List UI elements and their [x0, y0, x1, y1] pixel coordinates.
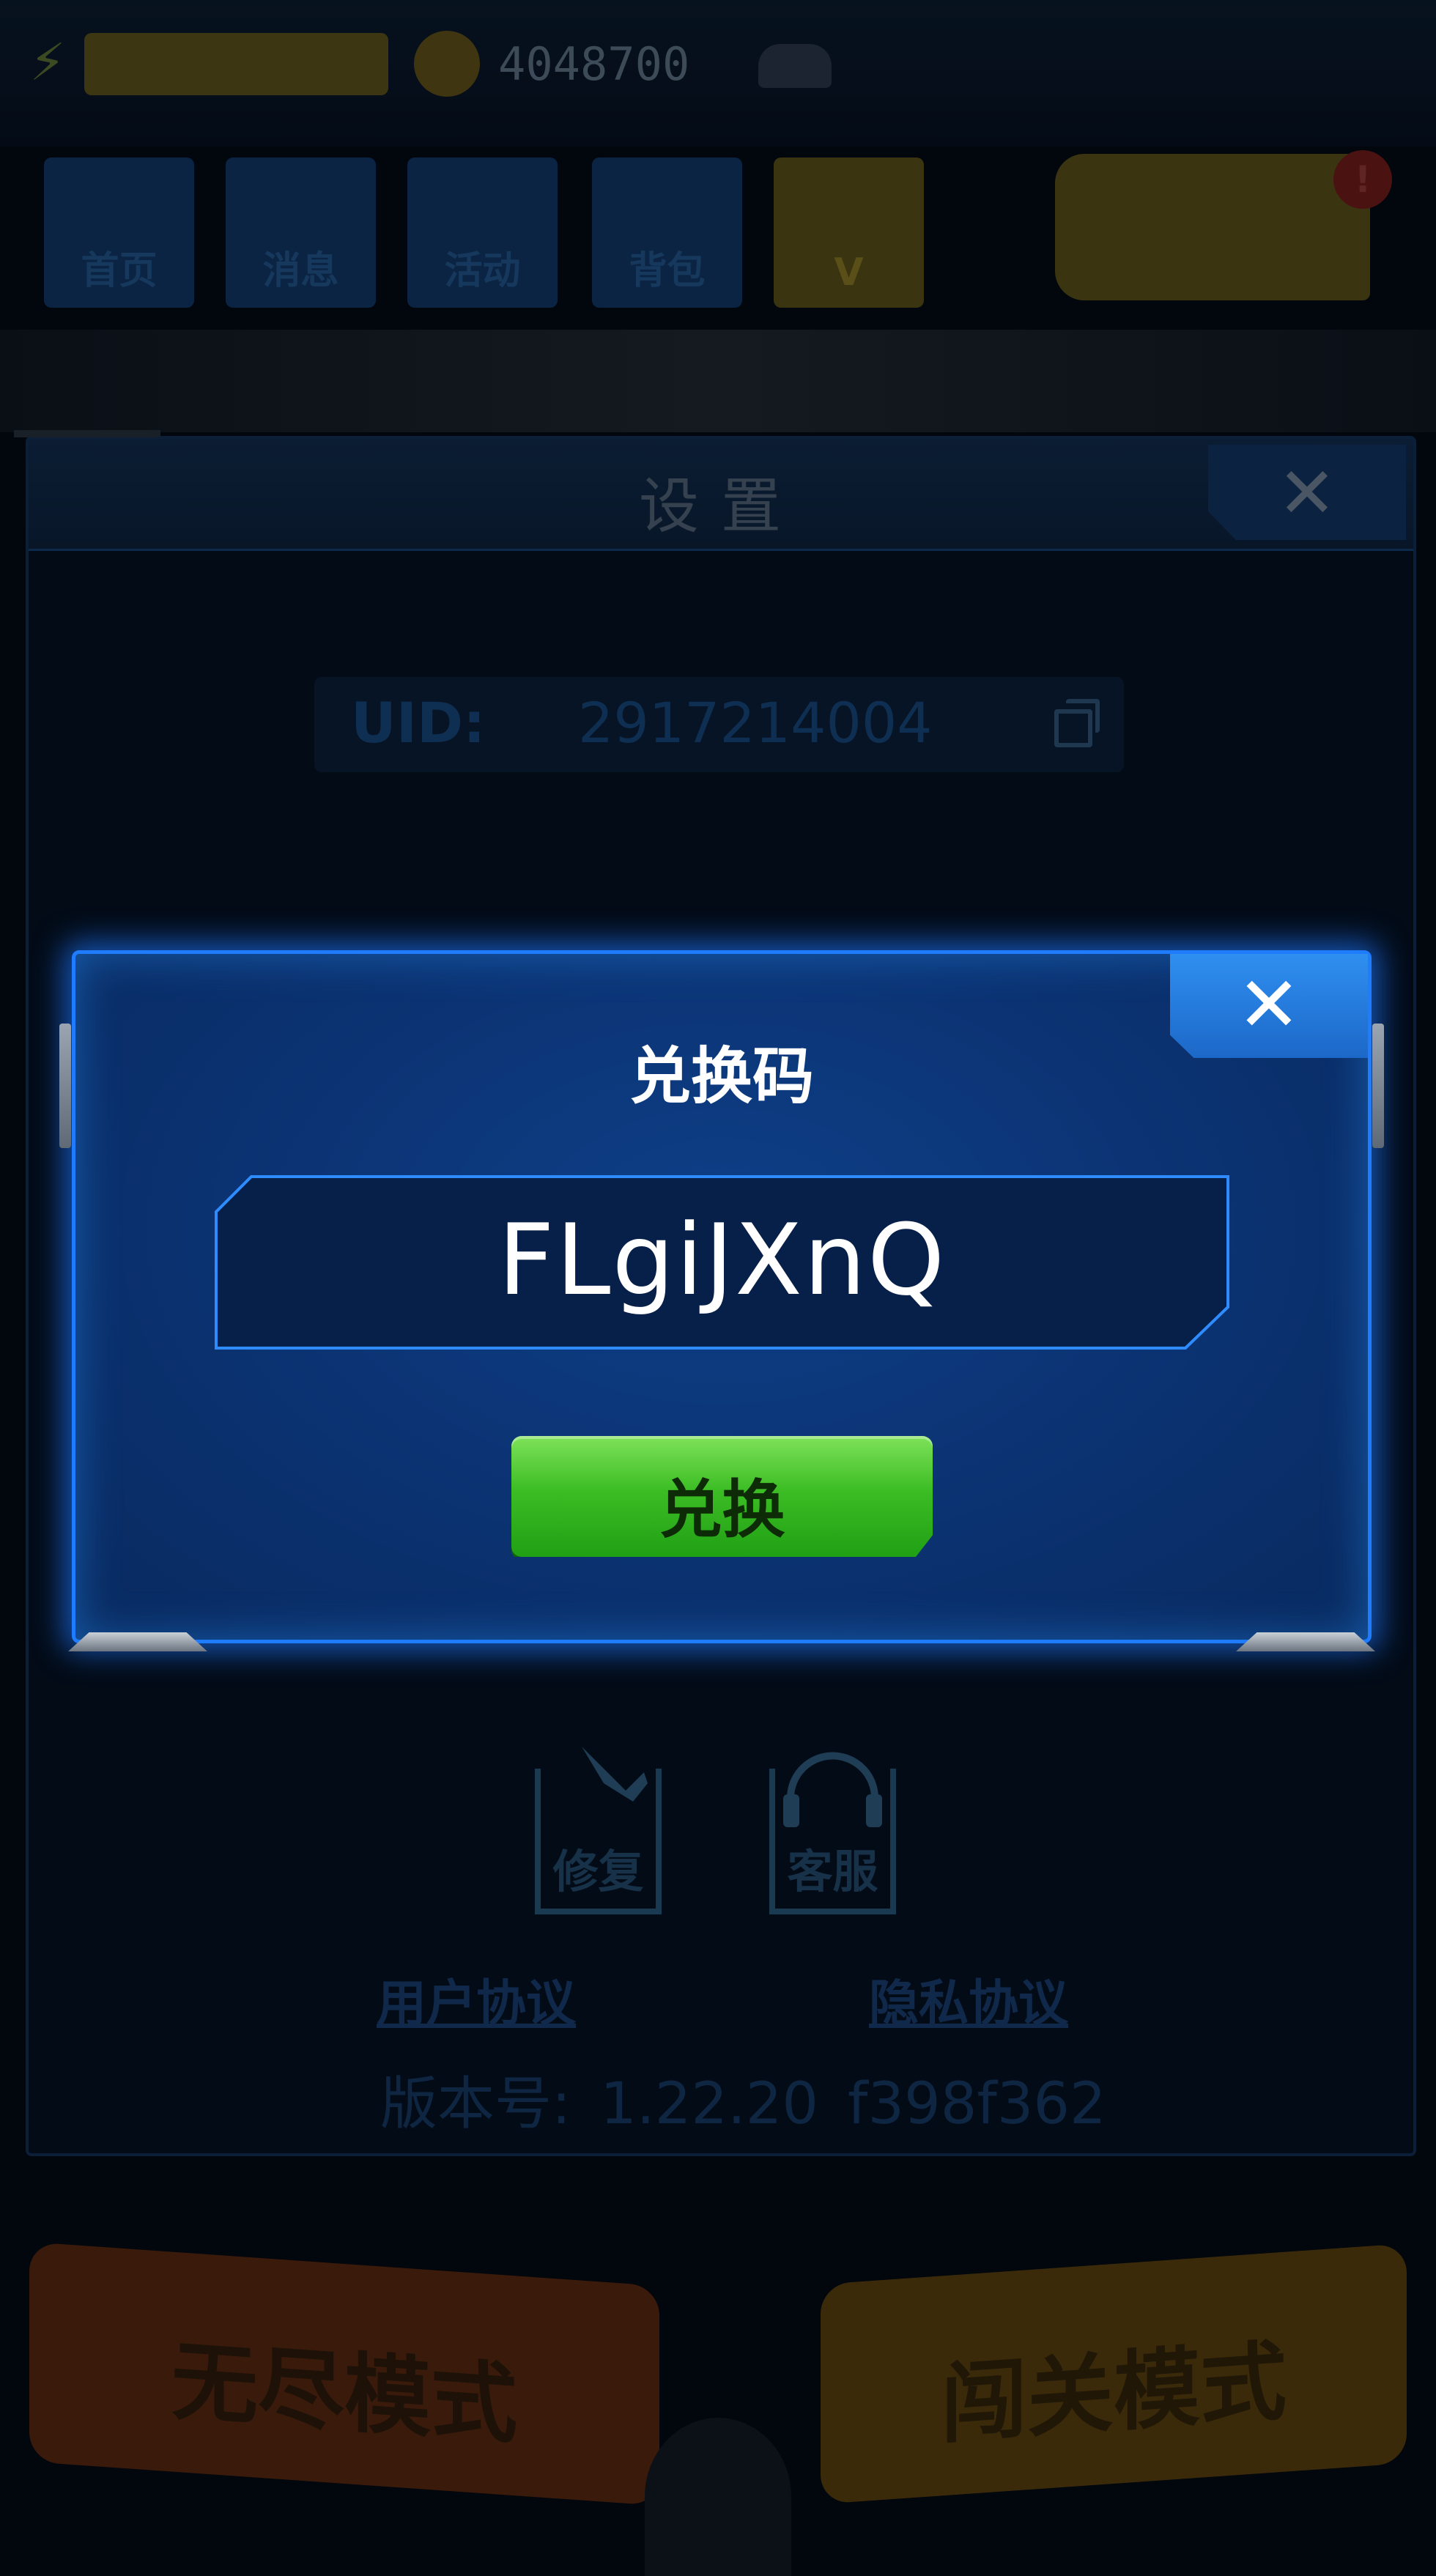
nav-event-button[interactable]: 活动 [407, 158, 558, 308]
energy-bar [84, 33, 388, 95]
dialog-right-foot [1236, 1632, 1375, 1651]
redeem-title: 兑换码 [629, 1040, 814, 1112]
redeem-button[interactable]: 兑换 [511, 1436, 933, 1557]
nav-bag-button[interactable]: 背包 [592, 158, 742, 308]
repair-label: 修复 [552, 1845, 644, 1898]
endless-mode-button[interactable]: 无尽模式 [29, 2241, 659, 2506]
bottom-ornament [645, 2418, 791, 2576]
nav-message-label: 消息 [262, 249, 339, 293]
endless-mode-label: 无尽模式 [171, 2330, 517, 2456]
settings-header: 设置 ✕ [29, 439, 1413, 551]
notification-badge: ! [1333, 150, 1392, 209]
dialog-left-bracket [59, 1024, 71, 1148]
nav-vip-label: V [834, 251, 864, 295]
settings-close-button[interactable]: ✕ [1208, 445, 1406, 540]
star-reward-button[interactable] [1055, 154, 1370, 300]
top-resource-bar: ⚡ 4048700 [0, 0, 1436, 147]
redeem-code-input[interactable]: FLgiJXnQ [215, 1175, 1229, 1350]
crown-icon [758, 44, 832, 88]
customer-service-button[interactable]: 客服 [750, 1739, 915, 1922]
uid-value: 2917214004 [578, 690, 933, 755]
nav-home-label: 首页 [81, 249, 158, 293]
service-label: 客服 [787, 1845, 878, 1898]
uid-label: UID: [351, 690, 486, 755]
copy-icon[interactable] [1054, 699, 1100, 747]
redeem-code-value: FLgiJXnQ [497, 1203, 947, 1317]
coin-icon [414, 31, 480, 97]
redeem-dialog: ✕ 兑换码 FLgiJXnQ 兑换 [59, 950, 1384, 1651]
dialog-left-foot [68, 1632, 207, 1651]
close-icon: ✕ [1277, 452, 1337, 534]
nav-home-button[interactable]: 首页 [44, 158, 194, 308]
nav-event-label: 活动 [444, 249, 521, 293]
level-mode-label: 闯关模式 [940, 2330, 1287, 2456]
energy-icon: ⚡ [29, 32, 66, 92]
user-agreement-link[interactable]: 用户协议 [377, 1963, 576, 2035]
privacy-agreement-link[interactable]: 隐私协议 [869, 1963, 1068, 2035]
version-hash: f398f362 [848, 2071, 1106, 2137]
redeem-button-label: 兑换 [659, 1473, 785, 1547]
level-mode-button[interactable]: 闯关模式 [821, 2243, 1407, 2504]
version-info: 版本号: 1.22.20 f398f362 [380, 2058, 1136, 2140]
settings-title: 设置 [638, 472, 803, 541]
uid-row: UID: 2917214004 [314, 677, 1124, 772]
nav-bag-label: 背包 [629, 249, 706, 293]
repair-button[interactable]: 修复 [516, 1739, 681, 1922]
coin-value: 4048700 [498, 37, 690, 91]
dialog-right-bracket [1372, 1024, 1384, 1148]
version-label: 版本号: [380, 2071, 571, 2137]
version-number: 1.22.20 [600, 2071, 818, 2137]
nav-vip-button[interactable]: V [774, 158, 924, 308]
nav-message-button[interactable]: 消息 [226, 158, 376, 308]
banner-strip [0, 330, 1436, 432]
